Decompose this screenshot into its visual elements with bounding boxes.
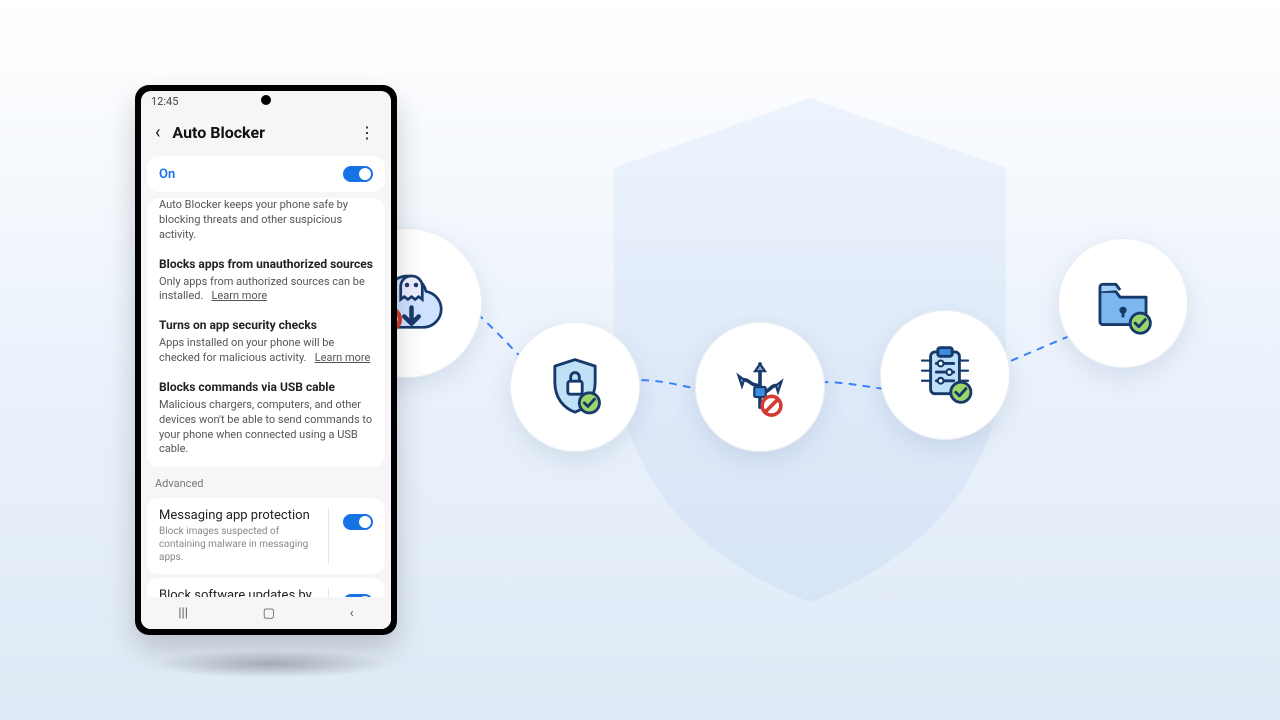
camera-cutout bbox=[261, 95, 271, 105]
advanced-section-label: Advanced bbox=[141, 467, 391, 494]
status-bar: 12:45 bbox=[141, 91, 391, 111]
feature-body-2: Apps installed on your phone will be che… bbox=[159, 336, 373, 366]
advanced-item-title: Messaging app protection bbox=[159, 508, 318, 523]
feature-title-1: Blocks apps from unauthorized sources bbox=[159, 257, 373, 271]
master-toggle[interactable] bbox=[343, 166, 373, 182]
advanced-item-messaging[interactable]: Messaging app protection Block images su… bbox=[147, 498, 385, 574]
phone-shadow bbox=[150, 650, 390, 678]
learn-more-link[interactable]: Learn more bbox=[315, 351, 371, 364]
status-time: 12:45 bbox=[151, 95, 178, 108]
nav-back-icon[interactable]: ‹ bbox=[350, 606, 354, 621]
intro-text: Auto Blocker keeps your phone safe by bl… bbox=[159, 198, 373, 243]
more-menu-icon[interactable]: ⋮ bbox=[353, 121, 381, 144]
feature-body-3: Malicious chargers, computers, and other… bbox=[159, 398, 373, 457]
messaging-protection-toggle[interactable] bbox=[343, 514, 373, 530]
page-title: Auto Blocker bbox=[172, 123, 345, 142]
feature-body-1: Only apps from authorized sources can be… bbox=[159, 275, 373, 305]
feature-title-3: Blocks commands via USB cable bbox=[159, 380, 373, 394]
learn-more-link[interactable]: Learn more bbox=[212, 289, 268, 302]
nav-recents-icon[interactable]: ||| bbox=[178, 606, 188, 621]
phone-mockup: 12:45 ‹ Auto Blocker ⋮ On Auto Blocker k… bbox=[135, 85, 397, 635]
phone-screen: 12:45 ‹ Auto Blocker ⋮ On Auto Blocker k… bbox=[141, 91, 391, 629]
feature-title-2: Turns on app security checks bbox=[159, 318, 373, 332]
android-navbar: ||| ▢ ‹ bbox=[141, 597, 391, 629]
back-icon[interactable]: ‹ bbox=[151, 122, 164, 144]
advanced-item-sub: Block images suspected of containing mal… bbox=[159, 525, 318, 564]
app-bar: ‹ Auto Blocker ⋮ bbox=[141, 111, 391, 150]
connection-path bbox=[330, 180, 1250, 480]
master-toggle-label: On bbox=[159, 167, 175, 182]
nav-home-icon[interactable]: ▢ bbox=[263, 606, 275, 621]
